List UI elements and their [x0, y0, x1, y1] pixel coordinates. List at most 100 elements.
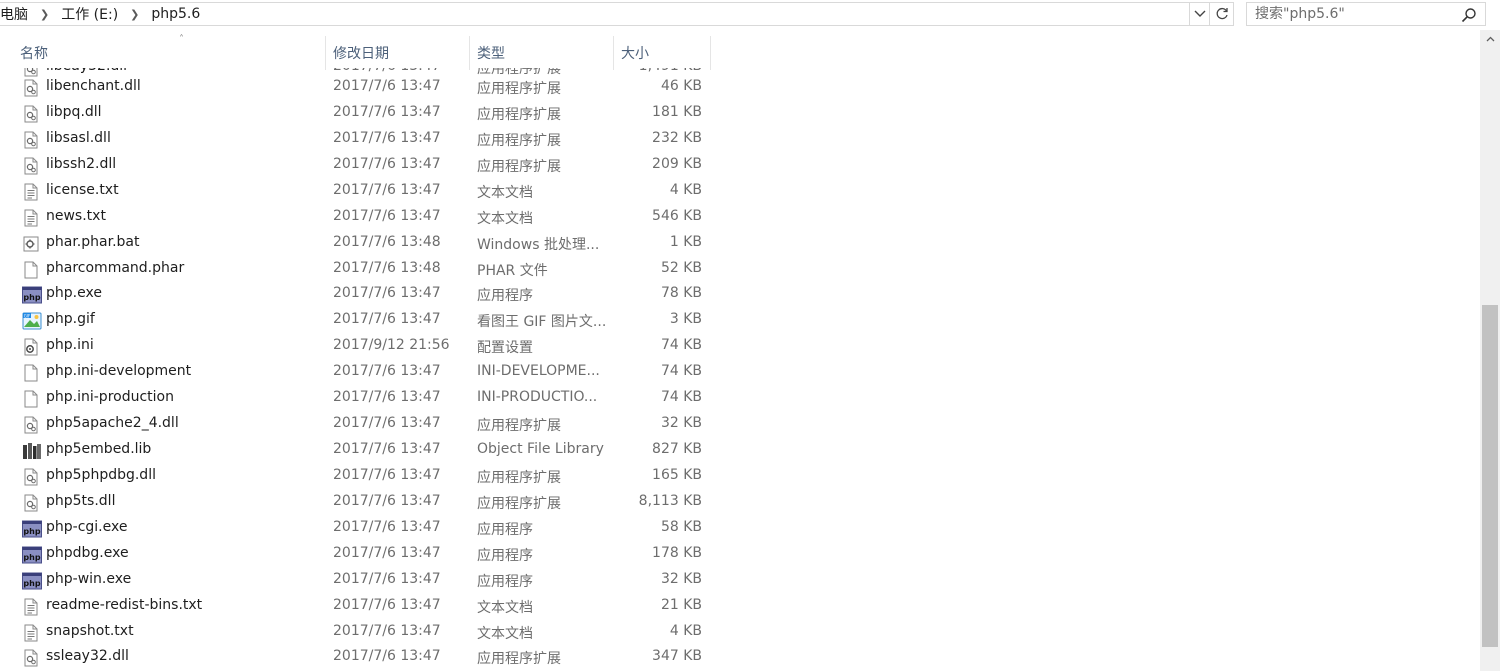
search-box[interactable] — [1246, 2, 1486, 26]
file-date: 2017/7/6 13:47 — [333, 648, 441, 665]
file-name: php5phpdbg.dll — [46, 466, 156, 483]
table-row[interactable]: php.ini-development 2017/7/6 13:47 INI-DEV… — [0, 359, 1480, 385]
file-size: 181 KB — [652, 103, 702, 120]
file-type: 应用程序扩展 — [477, 158, 561, 175]
file-size: 78 KB — [660, 285, 702, 302]
sort-ascending-icon: ˄ — [179, 34, 184, 45]
chevron-right-icon[interactable]: ❯ — [32, 8, 57, 21]
file-date: 2017/7/6 13:47 — [333, 596, 441, 613]
table-row[interactable]: php php-win.exe 2017/7/6 13:47 应用程序 32 KB — [0, 567, 1480, 593]
table-row[interactable]: php.ini 2017/9/12 21:56 配置设置 74 KB — [0, 333, 1480, 359]
file-size: 4 KB — [669, 181, 702, 198]
batch-file-icon — [22, 235, 40, 253]
file-name: php.ini-development — [46, 363, 192, 380]
column-header-name[interactable]: 名称 ˄ — [14, 34, 326, 70]
breadcrumb-item-folder[interactable]: php5.6 — [147, 6, 204, 22]
table-row[interactable]: php phpdbg.exe 2017/7/6 13:47 应用程序 178 KB — [0, 541, 1480, 567]
table-row[interactable]: php5apache2_4.dll 2017/7/6 13:47 应用程序扩展 32 … — [0, 411, 1480, 437]
file-name: readme-redist-bins.txt — [46, 596, 203, 613]
file-name: php-win.exe — [46, 570, 132, 587]
column-header-type[interactable]: 类型 — [471, 36, 614, 70]
refresh-button[interactable] — [1210, 2, 1234, 26]
scroll-up-button[interactable] — [1480, 30, 1500, 48]
column-header-size[interactable]: 大小 — [615, 36, 711, 70]
table-row[interactable]: php5embed.lib 2017/7/6 13:47 Object File L… — [0, 437, 1480, 463]
file-size: 74 KB — [660, 389, 702, 406]
table-row[interactable]: php.ini-production 2017/7/6 13:47 INI-PROD… — [0, 385, 1480, 411]
file-date: 2017/7/6 13:47 — [333, 622, 441, 639]
file-size: 165 KB — [652, 466, 702, 483]
file-type: 应用程序扩展 — [477, 418, 561, 435]
column-header-date-label: 修改日期 — [333, 46, 389, 62]
file-size: 1 KB — [669, 233, 702, 250]
file-type: 应用程序扩展 — [477, 81, 561, 97]
dll-file-icon — [22, 79, 40, 97]
file-type: PHAR 文件 — [477, 262, 548, 279]
file-name: phpdbg.exe — [46, 544, 129, 561]
dll-file-icon — [22, 131, 40, 149]
file-date: 2017/7/6 13:47 — [333, 155, 441, 172]
search-input[interactable] — [1247, 4, 1457, 24]
file-size: 3 KB — [669, 311, 702, 328]
file-name: libpq.dll — [46, 103, 102, 120]
file-size: 32 KB — [660, 415, 702, 432]
table-row[interactable]: license.txt 2017/7/6 13:47 文本文档 4 KB — [0, 178, 1480, 204]
vertical-scrollbar[interactable] — [1480, 30, 1500, 671]
table-row[interactable]: snapshot.txt 2017/7/6 13:47 文本文档 4 KB — [0, 619, 1480, 645]
text-file-icon — [22, 598, 40, 616]
file-type: 应用程序扩展 — [477, 495, 561, 512]
table-row[interactable]: libssh2.dll 2017/7/6 13:47 应用程序扩展 209 KB — [0, 152, 1480, 178]
blank-file-icon — [22, 364, 40, 382]
file-name: libenchant.dll — [46, 78, 141, 94]
table-row[interactable]: libsasl.dll 2017/7/6 13:47 应用程序扩展 232 KB — [0, 126, 1480, 152]
table-row[interactable]: php php.exe 2017/7/6 13:47 应用程序 78 KB — [0, 281, 1480, 307]
chevron-right-icon[interactable]: ❯ — [122, 8, 147, 21]
table-row[interactable]: php5phpdbg.dll 2017/7/6 13:47 应用程序扩展 165 KB — [0, 463, 1480, 489]
address-history-dropdown-button[interactable] — [1190, 2, 1210, 26]
svg-text:php: php — [23, 293, 40, 302]
breadcrumb-item-computer[interactable]: 电脑 — [0, 4, 32, 24]
dll-file-icon — [22, 157, 40, 175]
table-row[interactable]: news.txt 2017/7/6 13:47 文本文档 546 KB — [0, 204, 1480, 230]
file-date: 2017/7/6 13:47 — [333, 285, 441, 302]
text-file-icon — [22, 183, 40, 201]
table-row[interactable]: php5ts.dll 2017/7/6 13:47 应用程序扩展 8,113 KB — [0, 489, 1480, 515]
php-exe-icon: php — [22, 572, 42, 590]
file-size: 21 KB — [660, 596, 702, 613]
file-name: libsasl.dll — [46, 129, 111, 146]
blank-file-icon — [22, 390, 40, 408]
table-row[interactable]: php php-cgi.exe 2017/7/6 13:47 应用程序 58 KB — [0, 515, 1480, 541]
table-row[interactable]: readme-redist-bins.txt 2017/7/6 13:47 文本文档… — [0, 593, 1480, 619]
scrollbar-thumb[interactable] — [1482, 305, 1498, 647]
table-row[interactable]: phar.phar.bat 2017/7/6 13:48 Windows 批处理..… — [0, 230, 1480, 256]
file-date: 2017/7/6 13:47 — [333, 363, 441, 380]
breadcrumb-item-drive[interactable]: 工作 (E:) — [57, 4, 122, 24]
column-header-name-label: 名称 — [20, 46, 48, 62]
file-date: 2017/7/6 13:48 — [333, 259, 441, 276]
file-type: 文本文档 — [477, 210, 533, 227]
file-type: INI-DEVELOPME... — [477, 363, 600, 380]
file-type: 文本文档 — [477, 184, 533, 201]
breadcrumb[interactable]: 电脑 ❯ 工作 (E:) ❯ php5.6 — [0, 2, 1190, 26]
table-row[interactable]: ssleay32.dll 2017/7/6 13:47 应用程序扩展 347 KB — [0, 644, 1480, 670]
file-date: 2017/7/6 13:47 — [333, 207, 441, 224]
table-row[interactable]: libpq.dll 2017/7/6 13:47 应用程序扩展 181 KB — [0, 100, 1480, 126]
file-name: php.gif — [46, 311, 95, 328]
search-icon[interactable] — [1461, 7, 1477, 23]
file-type: 应用程序扩展 — [477, 469, 561, 486]
table-row[interactable]: pharcommand.phar 2017/7/6 13:48 PHAR 文件 52 … — [0, 256, 1480, 282]
file-date: 2017/7/6 13:47 — [333, 466, 441, 483]
table-row[interactable]: libenchant.dll 2017/7/6 13:47 应用程序扩展 46 KB — [0, 74, 1480, 100]
library-file-icon — [22, 442, 41, 460]
column-header-date[interactable]: 修改日期 — [327, 36, 470, 70]
file-type: Object File Library — [477, 441, 604, 458]
config-file-icon — [22, 338, 40, 356]
table-row[interactable]: GIF php.gif 2017/7/6 13:47 看图王 GIF 图片文... 3 … — [0, 307, 1480, 333]
file-name: snapshot.txt — [46, 622, 134, 639]
text-file-icon — [22, 209, 40, 227]
file-name: php.ini-production — [46, 389, 174, 406]
dll-file-icon — [22, 649, 40, 667]
file-size: 74 KB — [660, 363, 702, 380]
file-name: libssh2.dll — [46, 155, 117, 172]
column-header-size-label: 大小 — [621, 46, 649, 62]
